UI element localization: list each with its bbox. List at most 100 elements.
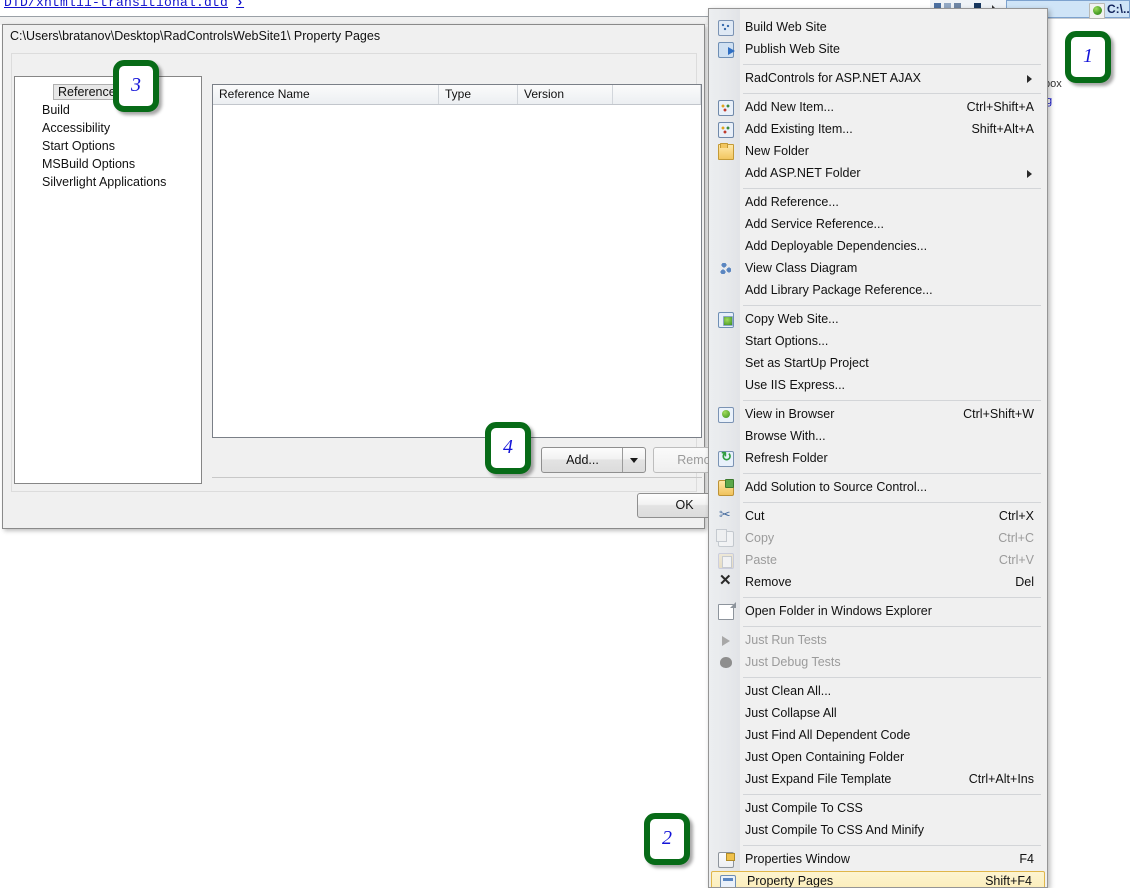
menu-item-add-asp-net-folder[interactable]: Add ASP.NET Folder xyxy=(710,163,1046,185)
menu-item-label: Cut xyxy=(745,509,764,523)
grid-column-header-blank[interactable] xyxy=(613,85,701,104)
submenu-arrow-icon xyxy=(1027,75,1032,83)
menu-item-publish-web-site[interactable]: Publish Web Site xyxy=(710,39,1046,61)
remove-icon xyxy=(718,575,734,591)
source-control-icon xyxy=(718,480,734,496)
property-pages-nav-list[interactable]: ReferencesBuildAccessibilityStart Option… xyxy=(14,76,202,484)
code-line-tail: › xyxy=(236,0,244,10)
menu-item-label: Add Library Package Reference... xyxy=(745,283,933,297)
menu-item-radcontrols-for-asp-net-ajax[interactable]: RadControls for ASP.NET AJAX xyxy=(710,68,1046,90)
menu-item-label: Copy xyxy=(745,531,774,545)
dialog-title-bar: C:\Users\bratanov\Desktop\RadControlsWeb… xyxy=(3,25,704,49)
menu-item-just-collapse-all[interactable]: Just Collapse All xyxy=(710,703,1046,725)
references-grid-body[interactable] xyxy=(213,105,701,437)
menu-item-label: Start Options... xyxy=(745,334,828,348)
menu-item-just-compile-to-css-and-minify[interactable]: Just Compile To CSS And Minify xyxy=(710,820,1046,842)
grid-column-header-reference-name[interactable]: Reference Name xyxy=(213,85,439,104)
menu-item-cut[interactable]: CutCtrl+X xyxy=(710,506,1046,528)
menu-item-label: Copy Web Site... xyxy=(745,312,839,326)
menu-item-use-iis-express[interactable]: Use IIS Express... xyxy=(710,375,1046,397)
menu-item-shortcut: Del xyxy=(1015,575,1034,589)
menu-separator xyxy=(743,64,1041,65)
menu-item-just-compile-to-css[interactable]: Just Compile To CSS xyxy=(710,798,1046,820)
menu-item-add-service-reference[interactable]: Add Service Reference... xyxy=(710,214,1046,236)
menu-item-label: Add Service Reference... xyxy=(745,217,884,231)
submenu-arrow-icon xyxy=(1027,170,1032,178)
menu-item-browse-with[interactable]: Browse With... xyxy=(710,426,1046,448)
menu-item-just-open-containing-folder[interactable]: Just Open Containing Folder xyxy=(710,747,1046,769)
menu-item-just-run-tests: Just Run Tests xyxy=(710,630,1046,652)
menu-item-open-folder-in-windows-explorer[interactable]: Open Folder in Windows Explorer xyxy=(710,601,1046,623)
menu-item-shortcut: Shift+Alt+A xyxy=(971,122,1034,136)
menu-item-label: Add Deployable Dependencies... xyxy=(745,239,927,253)
copy-web-site-icon xyxy=(718,312,734,328)
class-diagram-icon xyxy=(718,261,734,277)
menu-item-label: Browse With... xyxy=(745,429,826,443)
grid-column-header-version[interactable]: Version xyxy=(518,85,613,104)
callout-marker-1: 1 xyxy=(1065,31,1111,83)
menu-item-shortcut: Shift+F4 xyxy=(985,874,1032,888)
menu-item-just-expand-file-template[interactable]: Just Expand File TemplateCtrl+Alt+Ins xyxy=(710,769,1046,791)
properties-window-icon xyxy=(718,852,734,868)
menu-item-just-find-all-dependent-code[interactable]: Just Find All Dependent Code xyxy=(710,725,1046,747)
menu-separator xyxy=(743,794,1041,795)
menu-item-label: Use IIS Express... xyxy=(745,378,845,392)
context-menu[interactable]: Build Web Site Publish Web Site RadControl… xyxy=(708,8,1048,888)
menu-item-label: Just Debug Tests xyxy=(745,655,841,669)
callout-marker-2: 2 xyxy=(644,813,690,865)
nav-item-msbuild-options[interactable]: MSBuild Options xyxy=(39,156,138,172)
add-dropdown-button[interactable] xyxy=(622,448,645,472)
nav-item-build[interactable]: Build xyxy=(39,102,73,118)
menu-item-label: Just Run Tests xyxy=(745,633,827,647)
menu-separator xyxy=(743,188,1041,189)
menu-item-label: New Folder xyxy=(745,144,809,158)
menu-item-label: Property Pages xyxy=(747,874,833,888)
menu-item-add-deployable-dependencies[interactable]: Add Deployable Dependencies... xyxy=(710,236,1046,258)
menu-item-add-library-package-reference[interactable]: Add Library Package Reference... xyxy=(710,280,1046,302)
menu-item-copy-web-site[interactable]: Copy Web Site... xyxy=(710,309,1046,331)
menu-separator xyxy=(743,93,1041,94)
menu-item-label: Just Compile To CSS xyxy=(745,801,863,815)
references-grid[interactable]: Reference NameTypeVersion xyxy=(212,84,702,438)
menu-item-new-folder[interactable]: New Folder xyxy=(710,141,1046,163)
menu-item-set-as-startup-project[interactable]: Set as StartUp Project xyxy=(710,353,1046,375)
menu-item-label: Add Solution to Source Control... xyxy=(745,480,927,494)
menu-item-properties-window[interactable]: Properties WindowF4 xyxy=(710,849,1046,871)
menu-separator xyxy=(743,502,1041,503)
menu-item-add-reference[interactable]: Add Reference... xyxy=(710,192,1046,214)
menu-item-build-web-site[interactable]: Build Web Site xyxy=(710,17,1046,39)
menu-item-label: Publish Web Site xyxy=(745,42,840,56)
menu-item-add-new-item[interactable]: Add New Item...Ctrl+Shift+A xyxy=(710,97,1046,119)
solution-explorer-node-label: C:\...\RadControlsWebSite1\ xyxy=(1107,2,1130,16)
menu-item-label: Refresh Folder xyxy=(745,451,828,465)
menu-item-refresh-folder[interactable]: Refresh Folder xyxy=(710,448,1046,470)
menu-item-label: Add ASP.NET Folder xyxy=(745,166,861,180)
grid-column-header-type[interactable]: Type xyxy=(439,85,518,104)
menu-item-view-in-browser[interactable]: View in BrowserCtrl+Shift+W xyxy=(710,404,1046,426)
add-new-item-icon xyxy=(718,100,734,116)
menu-item-shortcut: F4 xyxy=(1019,852,1034,866)
menu-item-label: Open Folder in Windows Explorer xyxy=(745,604,932,618)
menu-item-add-existing-item[interactable]: Add Existing Item... Shift+Alt+A xyxy=(710,119,1046,141)
add-button[interactable]: Add... xyxy=(541,447,646,473)
menu-item-just-debug-tests: Just Debug Tests xyxy=(710,652,1046,674)
menu-item-label: Set as StartUp Project xyxy=(745,356,869,370)
menu-item-start-options[interactable]: Start Options... xyxy=(710,331,1046,353)
nav-item-start-options[interactable]: Start Options xyxy=(39,138,118,154)
menu-separator xyxy=(743,473,1041,474)
add-button-label: Add... xyxy=(566,453,599,467)
menu-item-just-clean-all[interactable]: Just Clean All... xyxy=(710,681,1046,703)
add-existing-item-icon xyxy=(718,122,734,138)
menu-item-label: Add Existing Item... xyxy=(745,122,853,136)
menu-item-shortcut: Ctrl+Shift+A xyxy=(967,100,1034,114)
dialog-title: C:\Users\bratanov\Desktop\RadControlsWeb… xyxy=(10,29,380,43)
menu-item-view-class-diagram[interactable]: View Class Diagram xyxy=(710,258,1046,280)
menu-item-remove[interactable]: RemoveDel xyxy=(710,572,1046,594)
menu-item-shortcut: Ctrl+C xyxy=(998,531,1034,545)
menu-item-property-pages[interactable]: Property Pages Shift+F4 xyxy=(711,871,1045,888)
menu-item-label: View in Browser xyxy=(745,407,834,421)
menu-item-add-solution-to-source-control[interactable]: Add Solution to Source Control... xyxy=(710,477,1046,499)
nav-item-silverlight-applications[interactable]: Silverlight Applications xyxy=(39,174,169,190)
refresh-icon xyxy=(718,451,734,467)
nav-item-accessibility[interactable]: Accessibility xyxy=(39,120,113,136)
